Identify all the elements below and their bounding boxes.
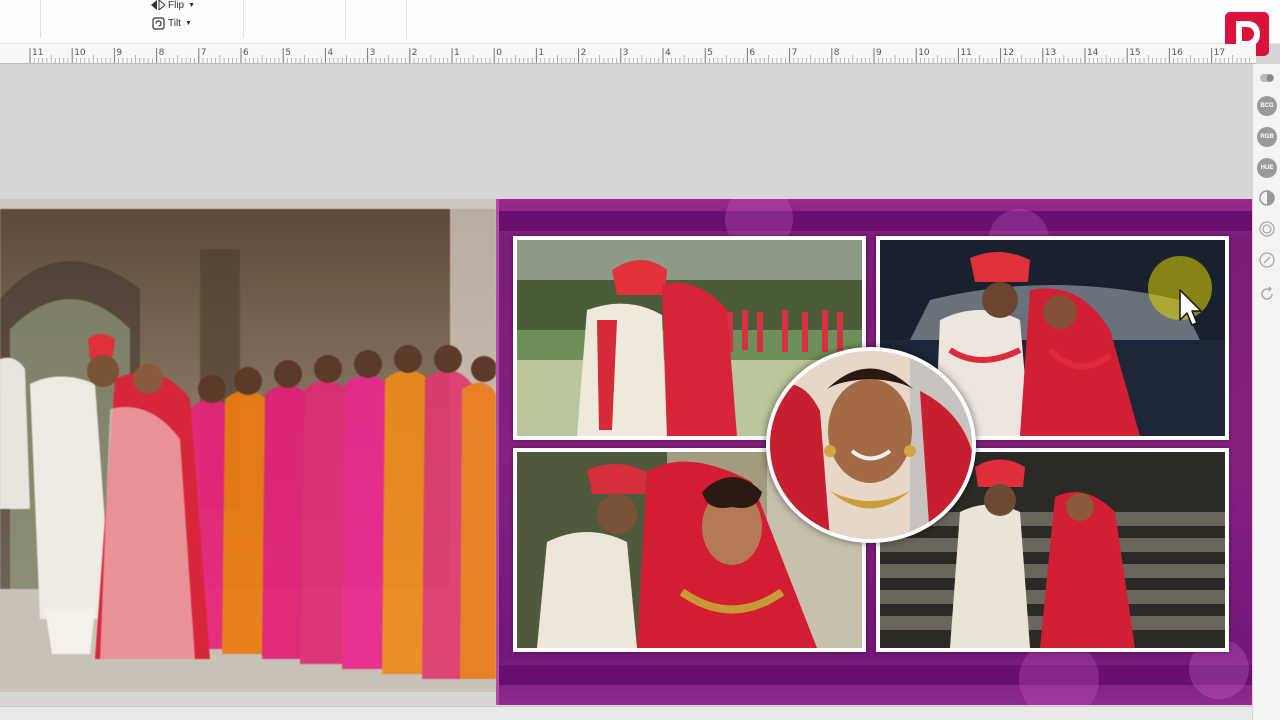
flip-icon	[151, 0, 165, 11]
ruler-tick-label: 5	[707, 48, 713, 58]
ruler-tick-label: 17	[1214, 48, 1225, 58]
vignette-icon[interactable]	[1257, 219, 1277, 239]
tilt-label: Tilt	[168, 17, 181, 29]
ruler-tick-label: 9	[116, 48, 122, 58]
ruler-tick-label: 11	[960, 48, 971, 58]
collage-photo-bride-circle[interactable]	[766, 347, 976, 543]
toolbar-divider	[406, 0, 407, 38]
hue-button[interactable]: HUE	[1257, 158, 1277, 178]
ruler-tick-label: 14	[1087, 48, 1099, 58]
hue-label: HUE	[1260, 165, 1274, 171]
rgb-label: RGB	[1260, 134, 1274, 140]
ruler-tick-label: 10	[74, 48, 86, 58]
flip-dropdown[interactable]: Flip ▼	[151, 0, 195, 11]
ruler-tick-label: 2	[412, 48, 418, 58]
ruler-tick-label: 1	[454, 48, 460, 58]
ruler-tick-label: 8	[159, 48, 165, 58]
ruler-tick-label: 2	[581, 48, 587, 58]
ruler-tick-label: 9	[876, 48, 882, 58]
ruler-tick-label: 6	[749, 48, 755, 58]
bcg-label: BCG	[1260, 103, 1274, 109]
ruler-tick-label: 11	[32, 48, 43, 58]
reset-icon[interactable]	[1257, 284, 1277, 304]
ruler-tick-label: 3	[623, 48, 629, 58]
horizontal-ruler: 11 10 9 8 7 6 5 4 3 2 1 0 1 2 3 4 5 6 7 8 9 10 11 12 13 14 15 16 17	[0, 44, 1256, 64]
chevron-down-icon: ▼	[188, 1, 196, 9]
ruler-tick-label: 15	[1129, 48, 1140, 58]
rgb-button[interactable]: RGB	[1257, 127, 1277, 147]
contrast-icon[interactable]	[1257, 188, 1277, 208]
adjustment-toolbar: BCG RGB HUE	[1252, 64, 1280, 720]
horizontal-scrollbar[interactable]	[0, 706, 1252, 720]
flip-label: Flip	[168, 0, 185, 11]
tilt-icon	[151, 16, 165, 30]
ruler-tick-label: 0	[496, 48, 502, 58]
ruler-tick-label: 7	[792, 48, 798, 58]
toggle-icon[interactable]	[1257, 68, 1277, 88]
ruler-tick-label: 8	[834, 48, 840, 58]
ruler-tick-label: 1	[538, 48, 544, 58]
ruler-ticks: 11 10 9 8 7 6 5 4 3 2 1 0 1 2 3 4 5 6 7 8 9 10 11 12 13 14 15 16 17	[29, 48, 1250, 63]
toolbar-divider	[40, 0, 41, 38]
ruler-tick-label: 12	[1003, 48, 1014, 58]
top-toolbar: Flip ▼ Tilt ▼	[0, 0, 1280, 44]
ruler-tick-label: 16	[1171, 48, 1183, 58]
album-left-page[interactable]	[0, 199, 496, 692]
sharpen-icon[interactable]	[1257, 250, 1277, 270]
toolbar-divider	[345, 0, 346, 38]
ruler-tick-label: 13	[1045, 48, 1056, 58]
ruler-tick-label: 10	[918, 48, 930, 58]
ruler-tick-label: 5	[285, 48, 291, 58]
bcg-button[interactable]: BCG	[1257, 96, 1277, 116]
ruler-tick-label: 3	[370, 48, 376, 58]
chevron-down-icon: ▼	[184, 19, 192, 27]
toolbar-divider	[243, 0, 244, 38]
tilt-dropdown[interactable]: Tilt ▼	[151, 16, 192, 30]
ruler-tick-label: 6	[243, 48, 249, 58]
ruler-tick-label: 4	[665, 48, 671, 58]
ruler-tick-label: 4	[327, 48, 333, 58]
couple-with-bridesmaids-photo[interactable]	[0, 209, 496, 689]
ruler-tick-label: 7	[201, 48, 207, 58]
